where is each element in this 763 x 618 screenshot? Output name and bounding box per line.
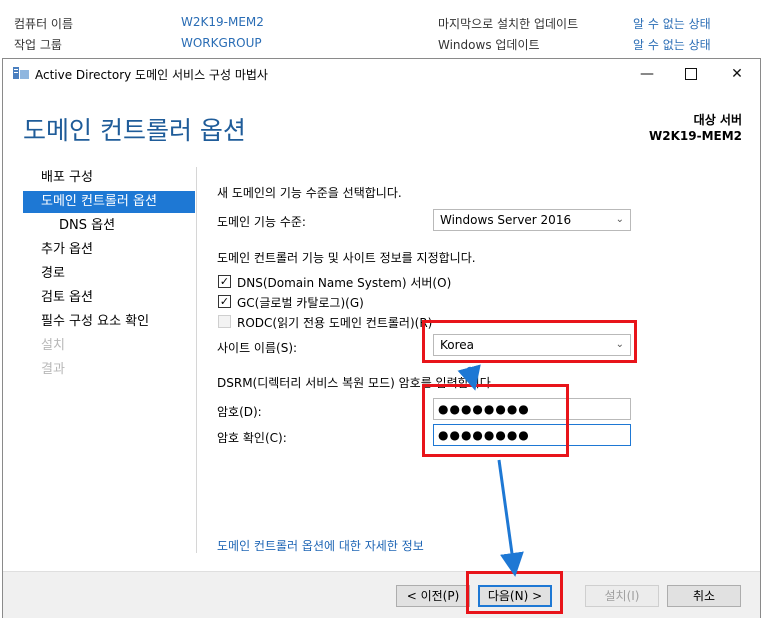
nav-dns-options[interactable]: DNS 옵션 <box>23 215 195 237</box>
site-name-highlight-box <box>422 320 637 363</box>
password-highlight-box <box>422 384 569 457</box>
nav-results: 결과 <box>41 362 65 377</box>
workgroup-label: 작업 그룹 <box>14 38 62 52</box>
computer-name-label: 컴퓨터 이름 <box>14 17 74 31</box>
close-button[interactable]: ✕ <box>715 59 759 89</box>
global-catalog-label: GC(글로벌 카탈로그)(G) <box>237 296 364 310</box>
func-level-prompt: 새 도메인의 기능 수준을 선택합니다. <box>217 186 402 200</box>
server-properties-panel: 컴퓨터 이름 W2K19-MEM2 마지막으로 설치한 업데이트 알 수 없는 … <box>0 0 763 60</box>
previous-button[interactable]: < 이전(P) <box>396 585 470 607</box>
maximize-icon <box>685 68 697 80</box>
confirm-password-label: 암호 확인(C): <box>217 431 287 445</box>
install-button: 설치(I) <box>585 585 659 607</box>
workgroup-value[interactable]: WORKGROUP <box>181 36 262 50</box>
cancel-button[interactable]: 취소 <box>667 585 741 607</box>
chevron-down-icon: ⌄ <box>615 214 624 225</box>
site-name-label: 사이트 이름(S): <box>217 341 298 355</box>
window-title: Active Directory 도메인 서비스 구성 마법사 <box>35 68 268 82</box>
nav-paths[interactable]: 경로 <box>23 263 195 285</box>
func-level-select[interactable]: Windows Server 2016 ⌄ <box>433 209 631 231</box>
ad-ds-config-wizard: Active Directory 도메인 서비스 구성 마법사 — ✕ 도메인 … <box>2 58 761 618</box>
nav-divider <box>196 167 197 553</box>
rodc-checkbox <box>218 315 231 328</box>
nav-dc-options[interactable]: 도메인 컨트롤러 옵션 <box>23 191 195 213</box>
target-server-value: W2K19-MEM2 <box>649 129 742 143</box>
target-server-label: 대상 서버 <box>693 113 742 127</box>
minimize-button[interactable]: — <box>625 59 669 89</box>
page-title: 도메인 컨트롤러 옵션 <box>23 116 246 145</box>
global-catalog-checkbox[interactable]: ✓ <box>218 295 231 308</box>
nav-installation: 설치 <box>41 338 65 353</box>
dc-options-panel: 새 도메인의 기능 수준을 선택합니다. 도메인 기능 수준: Windows … <box>217 169 737 569</box>
password-label: 암호(D): <box>217 405 262 419</box>
next-button-highlight-box <box>466 571 563 614</box>
capabilities-prompt: 도메인 컨트롤러 기능 및 사이트 정보를 지정합니다. <box>217 251 476 265</box>
server-manager-icon <box>13 67 29 79</box>
last-update-label: 마지막으로 설치한 업데이트 <box>438 17 579 31</box>
dns-server-label: DNS(Domain Name System) 서버(O) <box>237 276 452 290</box>
dns-server-checkbox[interactable]: ✓ <box>218 275 231 288</box>
computer-name-value[interactable]: W2K19-MEM2 <box>181 15 264 29</box>
more-info-link[interactable]: 도메인 컨트롤러 옵션에 대한 자세한 정보 <box>217 537 424 554</box>
last-update-value[interactable]: 알 수 없는 상태 <box>633 15 711 32</box>
func-level-value: Windows Server 2016 <box>440 213 572 227</box>
maximize-button[interactable] <box>669 59 713 89</box>
nav-review-options[interactable]: 검토 옵션 <box>23 287 195 309</box>
wizard-footer: < 이전(P) 다음(N) > 설치(I) 취소 <box>3 571 760 618</box>
nav-deployment-config[interactable]: 배포 구성 <box>23 167 195 189</box>
windows-update-value[interactable]: 알 수 없는 상태 <box>633 36 711 53</box>
nav-prereq-check[interactable]: 필수 구성 요소 확인 <box>23 311 195 333</box>
windows-update-label: Windows 업데이트 <box>438 38 540 52</box>
rodc-label: RODC(읽기 전용 도메인 컨트롤러)(R) <box>237 316 433 330</box>
nav-additional-options[interactable]: 추가 옵션 <box>23 239 195 261</box>
func-level-label: 도메인 기능 수준: <box>217 215 306 229</box>
title-bar[interactable]: Active Directory 도메인 서비스 구성 마법사 — ✕ <box>3 59 760 89</box>
wizard-header: 도메인 컨트롤러 옵션 대상 서버 W2K19-MEM2 <box>3 89 760 159</box>
